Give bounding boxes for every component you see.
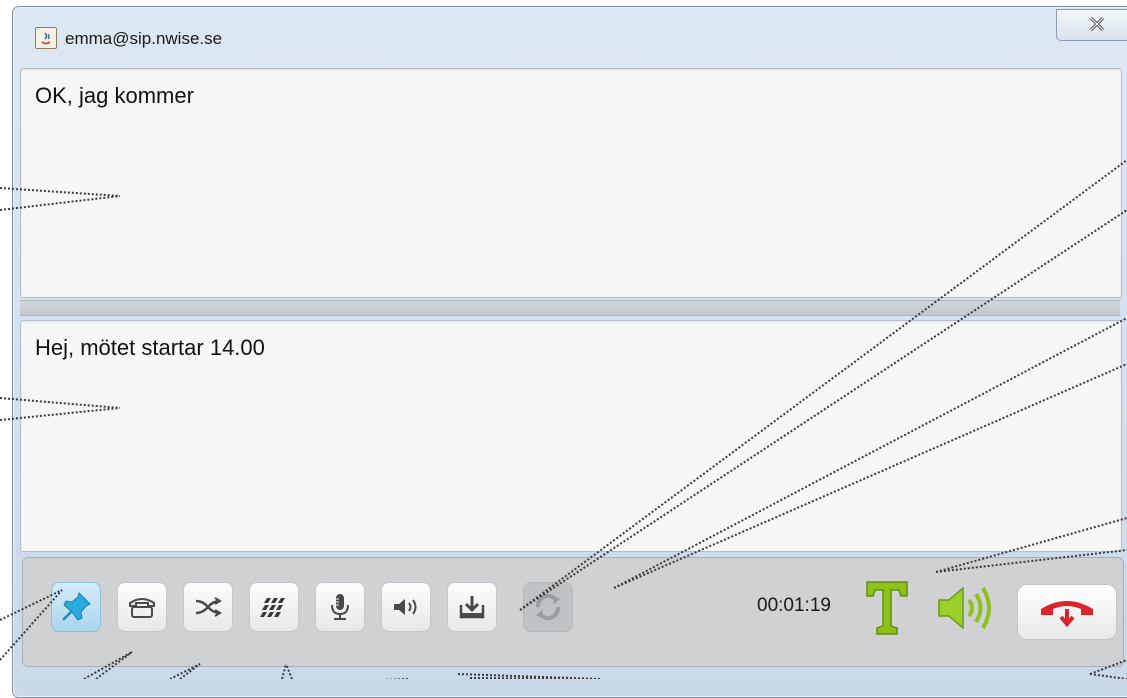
split-arrows-icon [195,597,222,617]
hangup-icon [1041,601,1093,628]
close-button[interactable] [1056,9,1127,41]
download-tray-icon [459,596,485,619]
speaker-icon [394,599,417,615]
refresh-icon [535,593,561,621]
pin-button[interactable] [51,582,101,632]
refresh-button[interactable] [523,582,573,632]
pushpin-icon [62,592,91,621]
outgoing-text: Hej, mötet startar 14.00 [35,335,265,360]
hangup-button[interactable] [1017,584,1117,640]
split-button[interactable] [183,582,233,632]
panel-splitter[interactable] [20,300,1120,316]
telephone-icon [129,598,155,618]
dialpad-icon [260,598,285,617]
save-button[interactable] [447,582,497,632]
window-title: emma@sip.nwise.se [65,29,223,48]
call-toolbar: 00:01:19 [22,557,1124,667]
incoming-text: OK, jag kommer [35,83,194,108]
phone-button[interactable] [117,582,167,632]
speaker-button[interactable] [381,582,431,632]
call-timer: 00:01:19 [757,595,831,616]
text-mode-icon [863,578,911,643]
close-icon [1089,17,1105,31]
outgoing-text-panel[interactable]: Hej, mötet startar 14.00 [20,320,1122,552]
audio-active-icon [935,582,1001,639]
java-app-icon [35,27,57,49]
microphone-icon [331,594,349,620]
incoming-text-panel: OK, jag kommer [20,68,1122,298]
microphone-button[interactable] [315,582,365,632]
dialpad-button[interactable] [249,582,299,632]
title-bar[interactable]: emma@sip.nwise.se [13,7,1127,69]
